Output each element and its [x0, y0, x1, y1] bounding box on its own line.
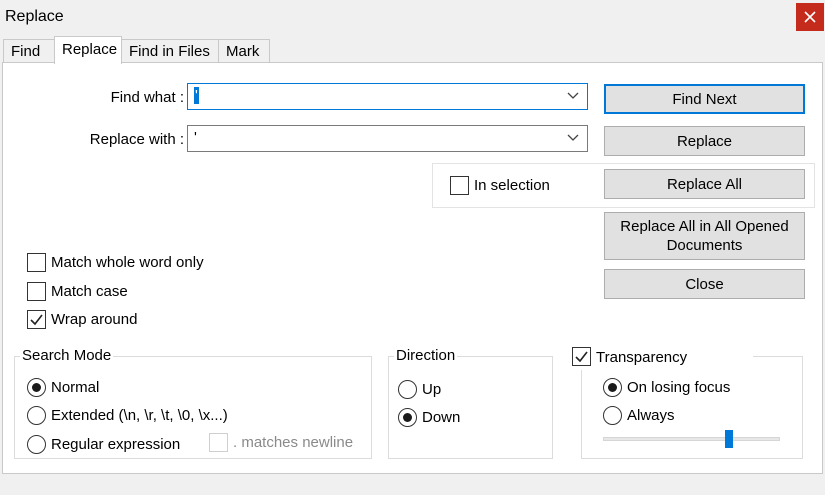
close-icon [804, 11, 816, 23]
transparency-checkbox[interactable] [572, 347, 591, 366]
direction-up-label: Up [422, 381, 442, 398]
transparency-losing-focus-radio[interactable] [603, 378, 622, 397]
direction-down-label: Down [422, 409, 461, 426]
title-bar: Replace [0, 0, 825, 36]
search-mode-normal-radio[interactable] [27, 378, 46, 397]
find-what-label: Find what : [110, 89, 184, 106]
chevron-down-icon[interactable] [567, 92, 579, 100]
search-mode-title: Search Mode [20, 347, 114, 364]
wrap-around-checkbox[interactable] [27, 310, 46, 329]
tab-find-in-files[interactable]: Find in Files [121, 39, 219, 63]
replace-all-opened-button[interactable]: Replace All in All Opened Documents [604, 212, 805, 260]
match-whole-word-checkbox[interactable] [27, 253, 46, 272]
match-case-label: Match case [51, 283, 128, 300]
matches-newline-checkbox[interactable] [209, 433, 228, 452]
find-what-combo[interactable]: ' [187, 83, 588, 110]
search-mode-extended-radio[interactable] [27, 406, 46, 425]
checkmark-icon [30, 314, 43, 326]
close-button[interactable]: Close [604, 269, 805, 299]
find-next-button[interactable]: Find Next [604, 84, 805, 114]
replace-button[interactable]: Replace [604, 126, 805, 156]
direction-up-radio[interactable] [398, 380, 417, 399]
transparency-always-label: Always [627, 407, 675, 424]
replace-with-combo[interactable]: ' [187, 125, 588, 152]
tab-replace[interactable]: Replace [54, 36, 122, 64]
replace-with-label: Replace with : [89, 131, 184, 148]
direction-down-radio[interactable] [398, 408, 417, 427]
match-case-checkbox[interactable] [27, 282, 46, 301]
transparency-slider[interactable] [603, 437, 780, 441]
in-selection-checkbox[interactable] [450, 176, 469, 195]
find-what-value: ' [194, 87, 199, 104]
direction-title: Direction [394, 347, 458, 364]
in-selection-label: In selection [474, 177, 550, 194]
wrap-around-label: Wrap around [51, 311, 138, 328]
tab-mark[interactable]: Mark [218, 39, 270, 63]
tab-find[interactable]: Find [3, 39, 55, 63]
search-mode-regex-radio[interactable] [27, 435, 46, 454]
search-mode-extended-label: Extended (\n, \r, \t, \0, \x...) [51, 407, 228, 424]
matches-newline-label: . matches newline [233, 434, 354, 451]
chevron-down-icon[interactable] [567, 134, 579, 142]
replace-all-button[interactable]: Replace All [604, 169, 805, 199]
transparency-losing-focus-label: On losing focus [627, 379, 731, 396]
checkmark-icon [575, 351, 588, 363]
close-window-button[interactable] [796, 3, 824, 31]
search-mode-normal-label: Normal [51, 379, 100, 396]
window-title: Replace [5, 8, 64, 25]
direction-group [388, 356, 553, 459]
search-mode-regex-label: Regular expression [51, 436, 181, 453]
transparency-always-radio[interactable] [603, 406, 622, 425]
transparency-slider-thumb[interactable] [724, 430, 733, 448]
replace-with-value: ' [194, 129, 197, 146]
transparency-label: Transparency [596, 349, 688, 366]
match-whole-word-label: Match whole word only [51, 254, 204, 271]
replace-dialog: Replace Find Replace Find in Files Mark … [0, 0, 825, 495]
